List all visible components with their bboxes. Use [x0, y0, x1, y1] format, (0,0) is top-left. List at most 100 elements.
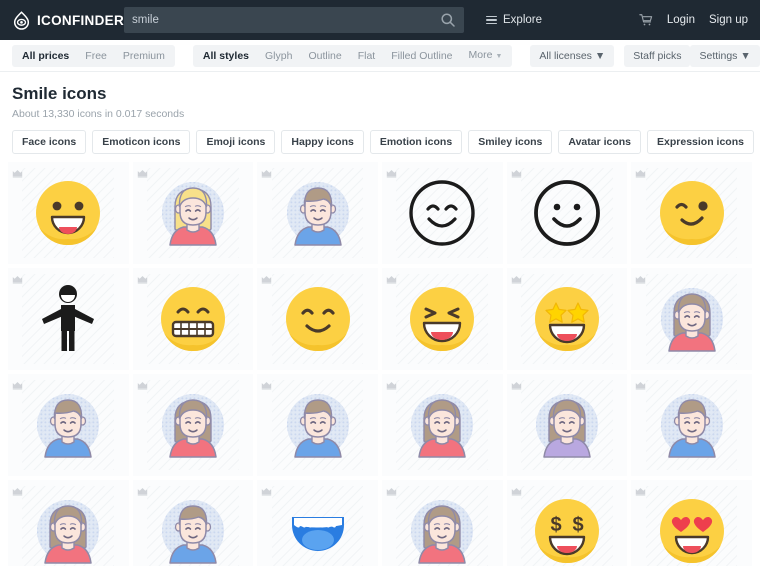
- icon-card-blonde-girl-avatar[interactable]: [132, 162, 254, 264]
- icon-preview-laughing-face-squinting-eyes: [382, 268, 503, 370]
- icon-preview-young-man-avatar: [8, 374, 129, 476]
- search-bar[interactable]: [124, 7, 464, 33]
- crown-icon: [261, 271, 272, 284]
- icon-preview-boy-blue-shirt-avatar: [133, 480, 254, 566]
- filter-all-styles[interactable]: All styles: [195, 45, 257, 67]
- icon-preview-grinning-face-open-mouth: [8, 162, 129, 264]
- icon-preview-star-struck-face: [507, 268, 628, 370]
- price-filter-group: All prices Free Premium: [12, 44, 175, 67]
- hamburger-icon: [486, 16, 497, 24]
- results-count: About 13,330 icons in 0.017 seconds: [12, 108, 185, 120]
- settings-button[interactable]: Settings ▼: [690, 44, 760, 67]
- filter-glyph[interactable]: Glyph: [257, 45, 300, 67]
- category-chip-emoji[interactable]: Emoji icons: [196, 130, 276, 154]
- icon-card-open-mouth-teeth-icon[interactable]: [257, 480, 378, 566]
- iconfinder-drop-logo-icon: [12, 10, 31, 30]
- search-input[interactable]: [132, 14, 440, 26]
- filter-more-label: More: [468, 48, 493, 61]
- icon-preview-smiling-face-closed-eyes: [257, 268, 378, 370]
- icon-card-smiling-face-outline-closed-eyes[interactable]: [381, 162, 503, 264]
- icon-card-money-face[interactable]: $ $: [506, 480, 628, 566]
- chevron-down-icon: ▼: [495, 52, 503, 60]
- filter-flat[interactable]: Flat: [350, 45, 384, 67]
- category-chip-expression[interactable]: Expression icons: [647, 130, 754, 154]
- icon-card-woman-purple-top-avatar[interactable]: [506, 374, 628, 476]
- icon-card-teen-boy-avatar[interactable]: [257, 374, 378, 476]
- icon-card-laughing-face-squinting-eyes[interactable]: [381, 268, 503, 370]
- category-chip-row: Face icons Emoticon icons Emoji icons Ha…: [0, 120, 760, 162]
- chevron-down-icon: ▼: [737, 49, 751, 62]
- settings-label: Settings: [699, 49, 738, 62]
- icon-card-grinning-face-open-mouth[interactable]: [8, 162, 129, 264]
- style-filter-group: All styles Glyph Outline Flat Filled Out…: [192, 44, 513, 68]
- icon-preview-man-blue-shirt-avatar: [631, 374, 752, 476]
- filter-staff-picks[interactable]: Staff picks: [624, 44, 691, 67]
- filter-bar: All prices Free Premium All styles Glyph…: [0, 40, 760, 72]
- crown-icon: [261, 165, 272, 178]
- icon-card-long-hair-girl-avatar[interactable]: [631, 268, 752, 370]
- filter-filled-outline[interactable]: Filled Outline: [383, 45, 460, 67]
- crown-icon: [635, 483, 646, 496]
- icon-card-short-hair-man-avatar[interactable]: [257, 162, 378, 264]
- category-chip-smiley[interactable]: Smiley icons: [468, 130, 553, 154]
- icon-card-winking-face[interactable]: [631, 162, 752, 264]
- filter-outline[interactable]: Outline: [300, 45, 349, 67]
- icon-card-heart-eyes-face[interactable]: [631, 480, 752, 566]
- filter-more[interactable]: More ▼: [461, 44, 511, 68]
- icon-card-girl-pink-sweater-avatar[interactable]: [8, 480, 129, 566]
- filter-premium[interactable]: Premium: [115, 45, 173, 67]
- category-chip-emoticon[interactable]: Emoticon icons: [92, 130, 191, 154]
- icon-preview-short-hair-man-avatar: [257, 162, 378, 264]
- icon-preview-teen-boy-avatar: [257, 374, 378, 476]
- icon-card-grinning-face-with-teeth[interactable]: [132, 268, 254, 370]
- explore-menu[interactable]: Explore: [486, 14, 542, 26]
- svg-text:$: $: [550, 514, 561, 536]
- icon-preview-heart-eyes-face: [631, 480, 752, 566]
- search-icon[interactable]: [440, 12, 456, 28]
- filter-free[interactable]: Free: [77, 45, 115, 67]
- crown-icon: [137, 377, 148, 390]
- icon-preview-smiley-face-outline-dot-eyes: [507, 162, 628, 264]
- page-title: Smile icons: [12, 84, 107, 103]
- crown-icon: [12, 165, 23, 178]
- icon-card-smiley-face-outline-dot-eyes[interactable]: [506, 162, 628, 264]
- crown-icon: [12, 483, 23, 496]
- icon-card-boy-blue-shirt-avatar[interactable]: [132, 480, 254, 566]
- shopping-cart-icon[interactable]: [639, 13, 653, 27]
- filter-all-licenses-label: All licenses: [539, 49, 592, 62]
- icon-card-smiling-face-closed-eyes[interactable]: [257, 268, 378, 370]
- login-link[interactable]: Login: [667, 14, 695, 26]
- category-chip-emotion[interactable]: Emotion icons: [369, 130, 463, 154]
- icon-card-woman-short-hair-avatar[interactable]: [381, 480, 503, 566]
- icon-preview-bob-hair-woman-avatar: [133, 374, 254, 476]
- category-chip-happy[interactable]: Happy icons: [281, 130, 364, 154]
- filter-all-prices[interactable]: All prices: [14, 45, 77, 67]
- logo-text: ICONFINDER: [37, 12, 124, 28]
- crown-icon: [137, 483, 148, 496]
- icon-preview-woman-purple-top-avatar: [507, 374, 628, 476]
- crown-icon: [137, 165, 148, 178]
- icon-card-man-blue-shirt-avatar[interactable]: [631, 374, 752, 476]
- icon-results-grid: $ $: [0, 162, 760, 566]
- category-chip-face[interactable]: Face icons: [12, 130, 87, 154]
- crown-icon: [386, 271, 397, 284]
- crown-icon: [511, 377, 522, 390]
- icon-card-girl-pink-shirt-avatar[interactable]: [381, 374, 503, 476]
- crown-icon: [635, 377, 646, 390]
- crown-icon: [261, 483, 272, 496]
- icon-preview-blonde-girl-avatar: [133, 162, 254, 264]
- crown-icon: [137, 271, 148, 284]
- icon-card-star-struck-face[interactable]: [506, 268, 628, 370]
- category-chip-avatar[interactable]: Avatar icons: [558, 130, 642, 154]
- icon-preview-money-face: $ $: [507, 480, 628, 566]
- header-actions: Login Sign up: [639, 13, 748, 27]
- icon-card-young-man-avatar[interactable]: [8, 374, 129, 476]
- chevron-down-icon: ▼: [591, 49, 606, 62]
- icon-card-bob-hair-woman-avatar[interactable]: [132, 374, 254, 476]
- logo[interactable]: ICONFINDER: [12, 10, 124, 30]
- icon-card-standing-man-glyph[interactable]: [8, 268, 129, 370]
- icon-preview-girl-pink-sweater-avatar: [8, 480, 129, 566]
- crown-icon: [261, 377, 272, 390]
- signup-link[interactable]: Sign up: [709, 14, 748, 26]
- filter-all-licenses[interactable]: All licenses ▼: [530, 44, 615, 67]
